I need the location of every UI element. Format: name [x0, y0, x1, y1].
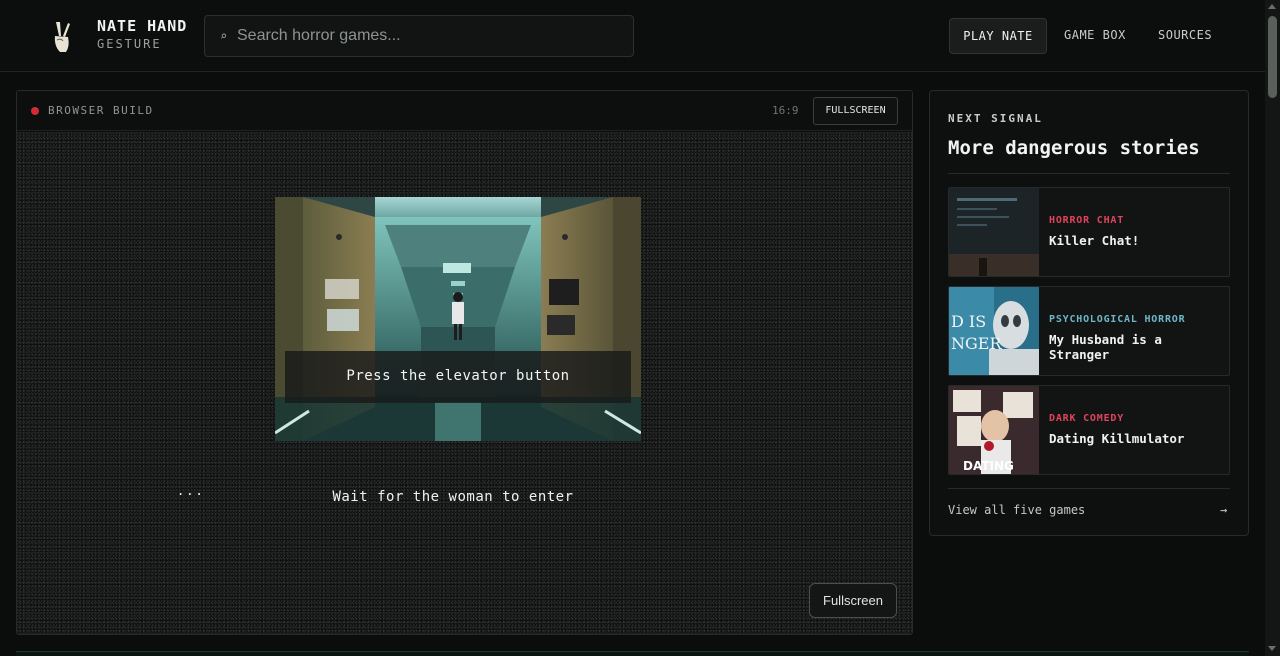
- my-husband-thumbnail: D IS NGER: [949, 287, 1039, 375]
- fullscreen-button[interactable]: FULLSCREEN: [813, 97, 898, 125]
- brand-title[interactable]: NATE HAND: [97, 17, 187, 35]
- game-card-killer-chat[interactable]: HORROR CHAT Killer Chat!: [948, 187, 1230, 277]
- scroll-thumb[interactable]: [1268, 16, 1277, 98]
- svg-text:DATING: DATING: [963, 459, 1014, 473]
- card-title: Dating Killmulator: [1049, 431, 1185, 446]
- card-genre-tag: HORROR CHAT: [1049, 215, 1125, 226]
- nav-game-box[interactable]: GAME BOX: [1064, 18, 1126, 54]
- search-box[interactable]: ⌕: [204, 15, 634, 57]
- peace-hand-icon[interactable]: [50, 20, 74, 54]
- divider: [948, 488, 1230, 489]
- dating-killmulator-thumbnail: DATING: [949, 386, 1039, 474]
- fullscreen-overlay-button[interactable]: Fullscreen: [809, 583, 897, 618]
- game-card-my-husband[interactable]: D IS NGER PSYCHOLOGICAL HORROR My Husban…: [948, 286, 1230, 376]
- subtitle-text: Wait for the woman to enter: [332, 489, 574, 505]
- svg-text:D IS: D IS: [951, 312, 986, 331]
- svg-text:NGER: NGER: [951, 334, 1002, 353]
- build-label: BROWSER BUILD: [48, 104, 154, 117]
- divider: [948, 173, 1230, 174]
- game-panel: BROWSER BUILD 16:9 FULLSCREEN Press the …: [16, 90, 913, 635]
- top-header: NATE HAND GESTURE ⌕ PLAY NATE GAME BOX S…: [0, 0, 1265, 72]
- nav-play-nate[interactable]: PLAY NATE: [949, 18, 1047, 54]
- search-icon: ⌕: [220, 29, 228, 43]
- card-genre-tag: PSYCHOLOGICAL HORROR: [1049, 314, 1186, 325]
- aspect-ratio: 16:9: [772, 104, 799, 117]
- nav-sources[interactable]: SOURCES: [1158, 18, 1212, 54]
- view-all-games-link[interactable]: View all five games: [948, 503, 1085, 517]
- sidebar-panel: NEXT SIGNAL More dangerous stories HORRO…: [929, 90, 1249, 536]
- killer-chat-thumbnail: [949, 188, 1039, 276]
- card-title: My Husband is a Stranger: [1049, 332, 1162, 362]
- status-dot: [31, 107, 39, 115]
- game-toolbar: BROWSER BUILD 16:9 FULLSCREEN: [17, 91, 912, 131]
- search-input[interactable]: [237, 16, 627, 56]
- dialogue-ellipsis: ...: [177, 484, 205, 498]
- sidebar-eyebrow: NEXT SIGNAL: [948, 112, 1043, 125]
- card-title: Killer Chat!: [1049, 233, 1140, 248]
- page-scrollbar[interactable]: [1265, 0, 1280, 656]
- next-section-edge: [16, 651, 1249, 656]
- arrow-right-icon[interactable]: →: [1220, 503, 1227, 517]
- brand-subtitle: GESTURE: [97, 37, 162, 51]
- card-genre-tag: DARK COMEDY: [1049, 413, 1125, 424]
- game-card-dating-killmulator[interactable]: DATING DARK COMEDY Dating Killmulator: [948, 385, 1230, 475]
- scroll-down-icon[interactable]: [1268, 646, 1276, 651]
- prompt-text: Press the elevator button: [346, 368, 570, 384]
- game-canvas[interactable]: Press the elevator button ... Wait for t…: [17, 132, 912, 634]
- sidebar-title: More dangerous stories: [948, 137, 1200, 159]
- scroll-up-icon[interactable]: [1268, 4, 1276, 9]
- elevator-scene-image: [275, 197, 641, 441]
